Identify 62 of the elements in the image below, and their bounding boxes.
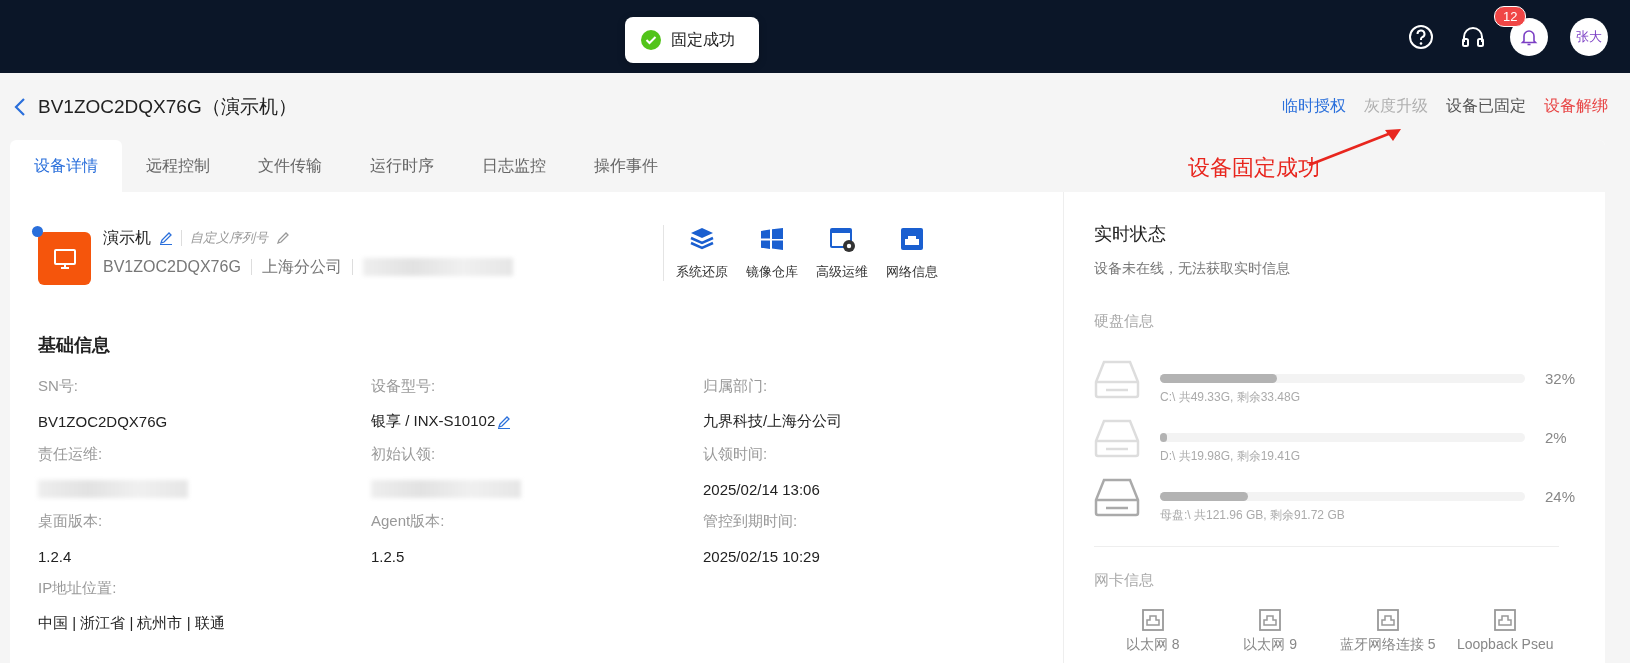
tab[interactable]: 操作事件 (570, 140, 682, 192)
field-label: 管控到期时间: (703, 512, 799, 531)
field-label: Agent版本: (371, 512, 446, 531)
status-message: 设备未在线，无法获取实时信息 (1093, 260, 1291, 278)
disk-percent: 24% (1544, 488, 1575, 505)
disk-detail: 母盘:\ 共121.96 GB, 剩余91.72 GB (1159, 506, 1346, 524)
network-port-icon (1140, 608, 1165, 632)
custom-serial-label: 自定义序列号 (190, 229, 268, 247)
tool-button[interactable]: 网络信息 (886, 224, 938, 281)
field-label: 桌面版本: (38, 512, 104, 531)
edit-icon[interactable] (497, 414, 512, 429)
network-adapter-name: 蓝牙网络连接 5 (1339, 636, 1436, 654)
field-value: 银享 / INX-S10102 (371, 412, 496, 431)
edit-icon[interactable] (159, 231, 173, 245)
disk-percent: 2% (1544, 429, 1567, 446)
field-label: 认领时间: (703, 445, 769, 464)
field-label: IP地址位置: (38, 579, 118, 598)
panel-title: 实时状态 (1093, 223, 1167, 246)
field-value: BV1ZOC2DQX76G (38, 412, 168, 430)
network-port-icon (1493, 608, 1518, 632)
section-title: 网卡信息 (1093, 571, 1155, 590)
section-title: 基础信息 (38, 334, 111, 357)
tab[interactable]: 文件传输 (234, 140, 346, 192)
device-meta: BV1ZOC2DQX76G (103, 258, 241, 276)
section-title: 硬盘信息 (1093, 312, 1155, 331)
field-label: 责任运维: (38, 445, 104, 464)
field-value: 2025/02/14 13:06 (703, 480, 820, 498)
network-adapter-name: Loopback Pseu (1456, 636, 1554, 652)
tab[interactable]: 远程控制 (122, 140, 234, 192)
tab[interactable]: 运行时序 (346, 140, 458, 192)
tool-button[interactable]: 镜像仓库 (746, 224, 798, 281)
check-circle-icon (641, 30, 661, 50)
field-label: 设备型号: (371, 377, 437, 396)
network-port-icon (1375, 608, 1400, 632)
field-value: 九界科技/上海分公司 (703, 412, 843, 431)
action-link[interactable]: 临时授权 (1282, 96, 1346, 117)
field-value: 2025/02/15 10:29 (703, 547, 820, 565)
field-label: SN号: (38, 377, 79, 396)
edit-icon[interactable] (276, 231, 290, 245)
field-value: 1.2.4 (38, 547, 72, 565)
tab[interactable]: 日志监控 (458, 140, 570, 192)
device-title: BV1ZOC2DQX76G（演示机） (38, 94, 298, 119)
action-link[interactable]: 设备解绑 (1544, 96, 1608, 117)
network-port-icon (1258, 608, 1283, 632)
field-label: 初始认领: (371, 445, 437, 464)
device-name: 演示机 (103, 227, 151, 248)
disk-detail: C:\ 共49.33G, 剩余33.48G (1159, 388, 1302, 406)
field-value: 中国 | 浙江省 | 杭州市 | 联通 (38, 614, 225, 633)
disk-percent: 32% (1544, 370, 1575, 387)
disk-detail: D:\ 共19.98G, 剩余19.41G (1159, 447, 1302, 465)
action-link[interactable]: 设备已固定 (1446, 96, 1526, 117)
tool-button[interactable]: 系统还原 (676, 224, 728, 281)
tool-button[interactable]: 高级运维 (816, 224, 868, 281)
user-avatar[interactable]: 张大 (1570, 17, 1608, 56)
tab[interactable]: 设备详情 (10, 140, 122, 192)
toast-text: 固定成功 (671, 29, 735, 50)
network-adapter-name: 以太网 8 (1125, 636, 1180, 654)
field-value: 1.2.5 (371, 547, 405, 565)
field-label: 归属部门: (703, 377, 769, 396)
device-meta: 上海分公司 (261, 256, 342, 277)
network-adapter-name: 以太网 9 (1243, 636, 1298, 654)
notification-badge: 12 (1494, 5, 1527, 27)
